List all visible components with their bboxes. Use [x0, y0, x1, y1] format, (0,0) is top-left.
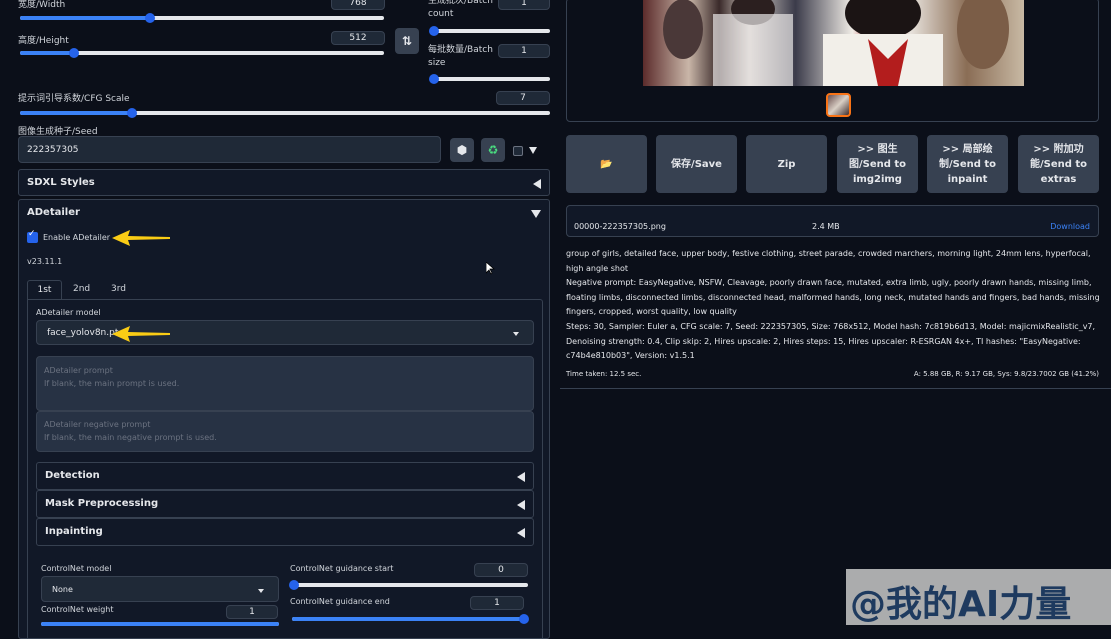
- swap-icon: ⇅: [401, 33, 413, 48]
- watermark: @我的AI力量: [846, 569, 1111, 625]
- guidance-end-input[interactable]: 1: [470, 596, 524, 610]
- height-slider[interactable]: [20, 48, 384, 58]
- guidance-end-label: ControlNet guidance end: [290, 597, 390, 606]
- guidance-start-input[interactable]: 0: [474, 563, 528, 577]
- batch-count-input[interactable]: 1: [498, 0, 550, 10]
- adetailer-prompt-textarea[interactable]: ADetailer prompt If blank, the main prom…: [36, 356, 534, 411]
- tab-1st[interactable]: 1st: [27, 280, 62, 300]
- width-slider-thumb[interactable]: [145, 13, 155, 23]
- negative-prompt-text: Negative prompt: EasyNegative, NSFW, Cle…: [566, 278, 1100, 317]
- recycle-icon: ♻: [487, 142, 499, 157]
- file-name: 00000-222357305.png: [574, 222, 666, 231]
- guidance-end-slider-thumb[interactable]: [519, 614, 529, 624]
- guidance-start-slider[interactable]: [289, 580, 528, 590]
- random-seed-button[interactable]: ⬢: [450, 138, 474, 162]
- cfg-slider[interactable]: [20, 108, 550, 118]
- controlnet-model-label: ControlNet model: [41, 564, 112, 573]
- zip-button[interactable]: Zip: [746, 135, 827, 193]
- cfg-label: 提示词引导系数/CFG Scale: [18, 94, 130, 104]
- time-taken: Time taken: 12.5 sec.: [566, 370, 642, 378]
- left-column: 宽度/Width 768 高度/Height 512 ⇅ 生成批次/Batch …: [0, 0, 560, 639]
- info-divider: [560, 388, 1111, 389]
- mask-preprocessing-accordion[interactable]: Mask Preprocessing: [36, 490, 534, 518]
- batch-count-slider[interactable]: [429, 26, 550, 36]
- sdxl-styles-accordion[interactable]: SDXL Styles: [18, 169, 550, 196]
- extra-seed-checkbox[interactable]: [513, 146, 523, 156]
- collapse-triangle-icon: [533, 179, 541, 189]
- right-column: 📂 保存/Save Zip >> 图生图/Send to img2img >> …: [560, 0, 1111, 625]
- batch-count-slider-thumb[interactable]: [429, 26, 439, 36]
- controlnet-weight-input[interactable]: 1: [226, 605, 278, 619]
- batch-size-label: 每批数量/Batch size: [428, 45, 493, 68]
- reuse-seed-button[interactable]: ♻: [481, 138, 505, 162]
- batch-size-slider[interactable]: [429, 74, 550, 84]
- collapse-triangle-icon: [517, 472, 525, 482]
- cfg-slider-thumb[interactable]: [127, 108, 137, 118]
- send-to-extras-button[interactable]: >> 附加功能/Send to extras: [1018, 135, 1099, 193]
- file-size: 2.4 MB: [812, 222, 840, 231]
- height-label: 高度/Height: [18, 36, 69, 46]
- width-label: 宽度/Width: [18, 0, 66, 10]
- prompt-text: group of girls, detailed face, upper bod…: [566, 249, 1091, 273]
- folder-icon: 📂: [600, 158, 613, 170]
- width-input[interactable]: 768: [331, 0, 385, 10]
- mouse-cursor-icon: [486, 262, 495, 275]
- download-link[interactable]: Download: [1050, 222, 1090, 231]
- detection-accordion[interactable]: Detection: [36, 462, 534, 490]
- adetailer-version: v23.11.1: [27, 257, 63, 266]
- cfg-input[interactable]: 7: [496, 91, 550, 105]
- guidance-start-label: ControlNet guidance start: [290, 564, 394, 573]
- dice-icon: ⬢: [456, 142, 468, 157]
- guidance-start-slider-thumb[interactable]: [289, 580, 299, 590]
- swap-dimensions-button[interactable]: ⇅: [395, 28, 419, 54]
- expand-triangle-icon[interactable]: [531, 210, 541, 218]
- enable-adetailer-checkbox[interactable]: ✓: [27, 229, 38, 243]
- guidance-end-slider[interactable]: [292, 614, 529, 624]
- controlnet-weight-label: ControlNet weight: [41, 605, 114, 614]
- vram-usage: A: 5.88 GB, R: 9.17 GB, Sys: 9.8/23.7002…: [913, 370, 1099, 378]
- height-slider-thumb[interactable]: [69, 48, 79, 58]
- controlnet-weight-slider[interactable]: [41, 622, 279, 626]
- download-file-row: 00000-222357305.png 2.4 MB Download: [566, 205, 1099, 237]
- output-gallery: [566, 0, 1099, 122]
- annotation-arrow-icon: [112, 230, 170, 246]
- enable-adetailer-label: Enable ADetailer: [43, 233, 111, 242]
- photo-figures: [663, 0, 1009, 86]
- tab-2nd[interactable]: 2nd: [73, 284, 90, 294]
- check-icon: ✓: [28, 229, 36, 239]
- chevron-down-icon: [513, 332, 519, 336]
- tab-3rd[interactable]: 3rd: [111, 284, 126, 294]
- inpainting-accordion[interactable]: Inpainting: [36, 518, 534, 546]
- generation-info: group of girls, detailed face, upper bod…: [566, 247, 1102, 364]
- collapse-triangle-icon: [517, 528, 525, 538]
- open-folder-button[interactable]: 📂: [566, 135, 647, 193]
- collapse-triangle-icon: [517, 500, 525, 510]
- chevron-down-icon: [258, 589, 264, 593]
- controlnet-model-dropdown[interactable]: None: [41, 576, 279, 602]
- height-input[interactable]: 512: [331, 31, 385, 45]
- width-slider[interactable]: [20, 13, 384, 23]
- send-to-inpaint-button[interactable]: >> 局部绘制/Send to inpaint: [927, 135, 1008, 193]
- generation-params: Steps: 30, Sampler: Euler a, CFG scale: …: [566, 321, 1096, 361]
- extra-seed-toggle-icon[interactable]: [529, 147, 537, 154]
- adetailer-negative-prompt-textarea[interactable]: ADetailer negative prompt If blank, the …: [36, 411, 534, 452]
- gallery-thumbnail[interactable]: [826, 93, 851, 117]
- save-button[interactable]: 保存/Save: [656, 135, 737, 193]
- output-image[interactable]: [643, 0, 1024, 86]
- seed-input[interactable]: 222357305: [18, 136, 441, 163]
- batch-size-slider-thumb[interactable]: [429, 74, 439, 84]
- send-to-img2img-button[interactable]: >> 图生图/Send to img2img: [837, 135, 918, 193]
- batch-count-label: 生成批次/Batch count: [428, 0, 493, 19]
- adetailer-model-dropdown[interactable]: face_yolov8n.pt: [36, 320, 534, 345]
- adetailer-model-label: ADetailer model: [36, 308, 101, 317]
- batch-size-input[interactable]: 1: [498, 44, 550, 58]
- annotation-arrow-icon: [112, 326, 170, 342]
